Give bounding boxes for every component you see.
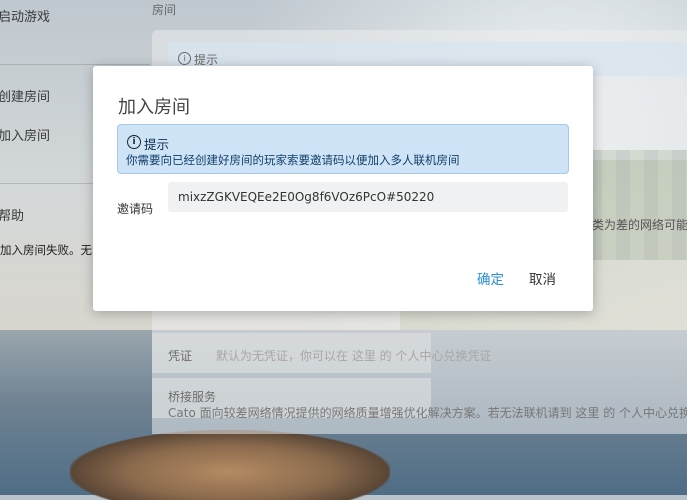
background-network-snippet: 类为差的网络可能导 [592, 218, 687, 232]
bridge-description: Cato 面向较差网络情况提供的网络质量增强优化解决方案。若无法联机请到 这里 … [168, 406, 687, 420]
sidebar-item-join-room[interactable]: 加入房间 [0, 125, 50, 144]
info-icon: i [178, 52, 191, 65]
section-label: 房间 [152, 3, 177, 17]
join-room-dialog: 加入房间 i 提示 你需要向已经创建好房间的玩家索要邀请码以便加入多人联机房间 … [93, 66, 593, 311]
bridge-label: 桥接服务 [168, 390, 217, 404]
confirm-button[interactable]: 确定 [477, 268, 504, 288]
credential-label: 凭证 [168, 349, 193, 363]
cancel-button[interactable]: 取消 [529, 268, 556, 288]
info-alert: i 提示 你需要向已经创建好房间的玩家索要邀请码以便加入多人联机房间 [117, 124, 569, 174]
sidebar-item-help[interactable]: 帮助 [0, 205, 24, 224]
invite-code-input[interactable] [168, 182, 568, 212]
invite-code-label: 邀请码 [117, 202, 154, 216]
background-rock [70, 430, 390, 500]
sidebar-item-create-room[interactable]: 创建房间 [0, 86, 50, 105]
info-icon: i [127, 135, 141, 149]
dialog-title: 加入房间 [118, 97, 190, 118]
sidebar-item-launch-game[interactable]: 启动游戏 [0, 6, 50, 25]
sidebar-divider [0, 64, 150, 65]
credential-value[interactable]: 默认为无凭证，你可以在 这里 的 个人中心兑换凭证 [216, 347, 491, 364]
info-body: 你需要向已经创建好房间的玩家索要邀请码以便加入多人联机房间 [126, 153, 460, 167]
info-heading: 提示 [144, 137, 170, 152]
